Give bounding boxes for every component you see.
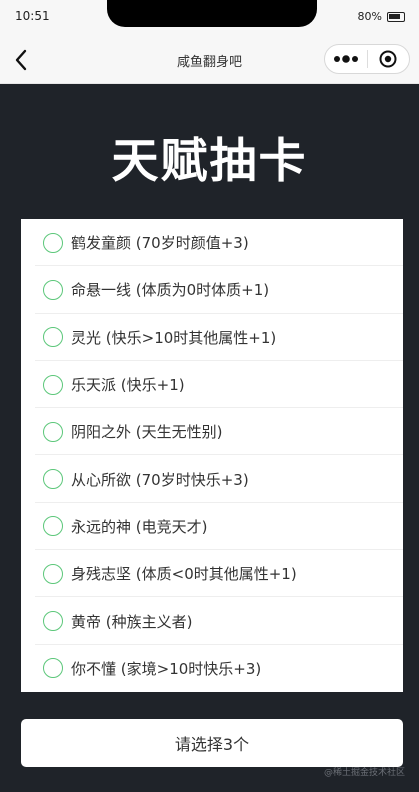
talent-option[interactable]: 阴阳之外 (天生无性别) <box>21 408 403 456</box>
device-notch <box>107 0 317 27</box>
page-title: 天赋抽卡 <box>111 134 308 189</box>
talent-option[interactable]: 鹤发童颜 (70岁时颜值+3) <box>21 219 403 267</box>
radio-circle-icon[interactable] <box>43 232 63 253</box>
battery-icon <box>387 11 405 22</box>
radio-circle-icon[interactable] <box>43 516 63 537</box>
watermark: @稀土掘金技术社区 <box>323 768 405 778</box>
talent-label: 身残志坚 (体质<0时其他属性+1) <box>71 565 297 584</box>
talent-option[interactable]: 身残志坚 (体质<0时其他属性+1) <box>21 550 403 598</box>
battery-indicator: 80% <box>358 10 405 23</box>
talent-option[interactable]: 乐天派 (快乐+1) <box>21 361 403 409</box>
talent-option[interactable]: 命悬一线 (体质为0时体质+1) <box>21 266 403 314</box>
radio-circle-icon[interactable] <box>43 327 63 348</box>
select-three-button[interactable]: 请选择3个 <box>21 719 403 767</box>
navigation-bar: 咸鱼翻身吧 <box>0 34 419 84</box>
status-bar: 10:51 80% <box>0 0 419 34</box>
radio-circle-icon[interactable] <box>43 469 63 490</box>
talent-label: 永远的神 (电竞天才) <box>71 517 208 536</box>
more-dots-icon <box>333 55 358 63</box>
talent-label: 你不懂 (家境>10时快乐+3) <box>71 659 262 678</box>
talent-option[interactable]: 你不懂 (家境>10时快乐+3) <box>21 645 403 692</box>
talent-label: 黄帝 (种族主义者) <box>71 612 193 631</box>
radio-circle-icon[interactable] <box>43 658 63 679</box>
talent-label: 命悬一线 (体质为0时体质+1) <box>71 281 270 300</box>
mini-program-capsule <box>324 44 410 74</box>
status-time: 10:51 <box>15 9 50 23</box>
talent-label: 乐天派 (快乐+1) <box>71 376 185 395</box>
target-close-icon <box>379 50 397 68</box>
radio-circle-icon[interactable] <box>43 374 63 395</box>
talent-option[interactable]: 永远的神 (电竞天才) <box>21 503 403 551</box>
radio-circle-icon[interactable] <box>43 421 63 442</box>
battery-percent: 80% <box>357 10 382 23</box>
talent-option[interactable]: 灵光 (快乐>10时其他属性+1) <box>21 314 403 362</box>
talent-label: 灵光 (快乐>10时其他属性+1) <box>71 328 277 347</box>
talent-list: 鹤发童颜 (70岁时颜值+3) 命悬一线 (体质为0时体质+1) 灵光 (快乐>… <box>21 219 403 692</box>
talent-option[interactable]: 黄帝 (种族主义者) <box>21 597 403 645</box>
radio-circle-icon[interactable] <box>43 563 63 584</box>
radio-circle-icon[interactable] <box>43 611 63 632</box>
talent-label: 阴阳之外 (天生无性别) <box>71 423 223 442</box>
close-button[interactable] <box>368 45 410 73</box>
talent-label: 鹤发童颜 (70岁时颜值+3) <box>71 234 249 253</box>
talent-label: 从心所欲 (70岁时快乐+3) <box>71 470 249 489</box>
talent-option[interactable]: 从心所欲 (70岁时快乐+3) <box>21 455 403 504</box>
radio-circle-icon[interactable] <box>43 279 63 300</box>
more-options-button[interactable] <box>325 45 367 73</box>
